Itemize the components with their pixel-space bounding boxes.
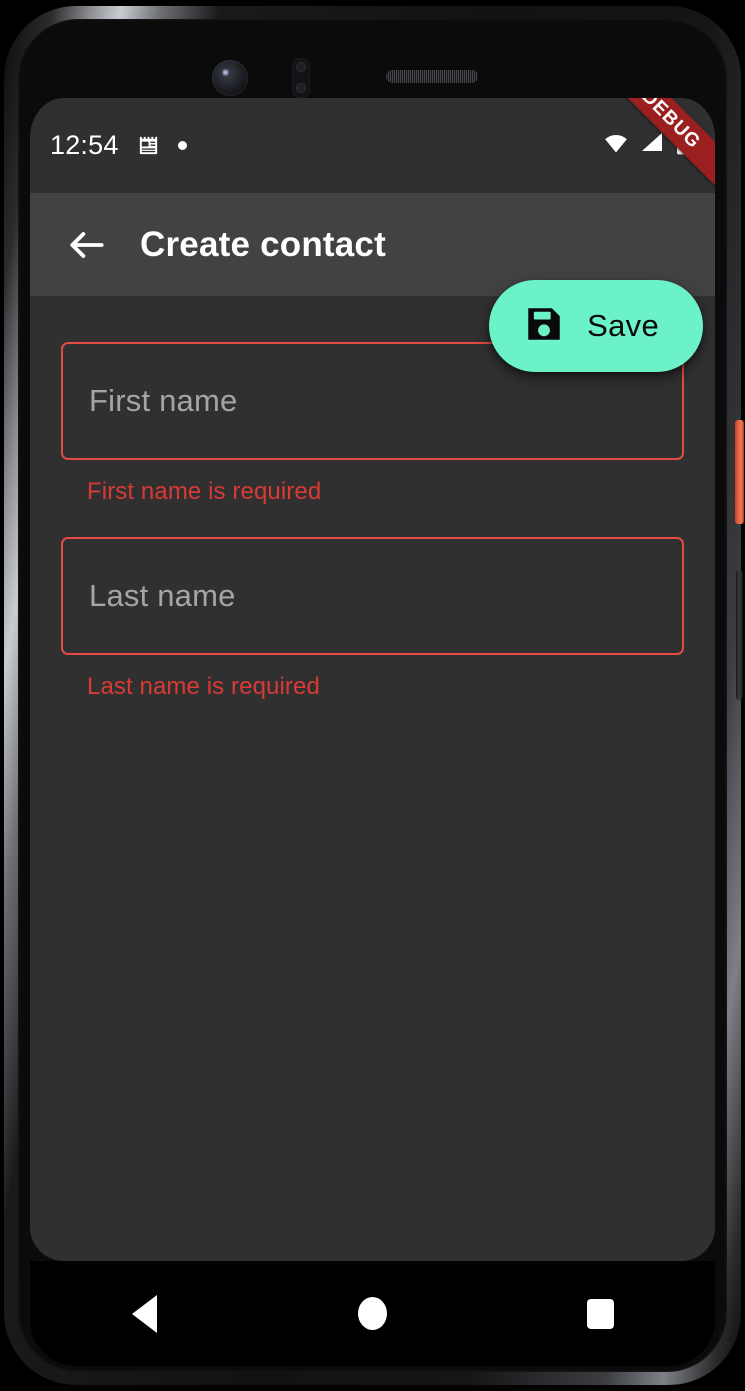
volume-rocker-button[interactable] <box>736 570 743 700</box>
circle-home-icon <box>357 1297 387 1330</box>
last-name-field-group: Last name Last name is required <box>61 537 684 701</box>
save-button[interactable]: Save <box>489 280 703 372</box>
earpiece-speaker-icon <box>386 70 478 83</box>
calendar-icon <box>137 134 160 157</box>
save-floppy-disk-icon <box>523 303 565 350</box>
phone-screen: 12:54 DEBUG Create contact Save First na… <box>30 98 715 1261</box>
last-name-placeholder: Last name <box>89 578 236 613</box>
first-name-error: First name is required <box>87 478 322 505</box>
last-name-input[interactable]: Last name <box>61 537 684 655</box>
form-body: First name First name is required Last n… <box>30 296 715 1261</box>
last-name-error: Last name is required <box>87 673 320 700</box>
back-arrow-icon[interactable] <box>60 218 114 272</box>
cellular-signal-icon <box>637 131 667 160</box>
power-button[interactable] <box>735 420 744 524</box>
proximity-sensor-icon <box>292 58 310 98</box>
top-bezel <box>30 20 715 98</box>
status-bar: 12:54 DEBUG <box>30 98 715 202</box>
front-camera-icon <box>212 60 248 96</box>
nav-back-button[interactable] <box>96 1282 192 1346</box>
triangle-back-icon <box>131 1294 157 1333</box>
page-title: Create contact <box>140 224 386 264</box>
square-recents-icon <box>587 1298 615 1329</box>
notification-dot-icon <box>177 141 187 150</box>
nav-recents-button[interactable] <box>553 1282 649 1346</box>
wifi-icon <box>601 131 631 160</box>
status-bar-left: 12:54 <box>50 130 187 161</box>
save-button-label: Save <box>587 308 659 343</box>
status-clock: 12:54 <box>50 130 119 160</box>
first-name-placeholder: First name <box>89 383 238 418</box>
screenshot-stage: 12:54 DEBUG Create contact Save First na… <box>0 0 745 1391</box>
nav-home-button[interactable] <box>324 1282 420 1346</box>
android-navigation-bar <box>30 1261 715 1366</box>
